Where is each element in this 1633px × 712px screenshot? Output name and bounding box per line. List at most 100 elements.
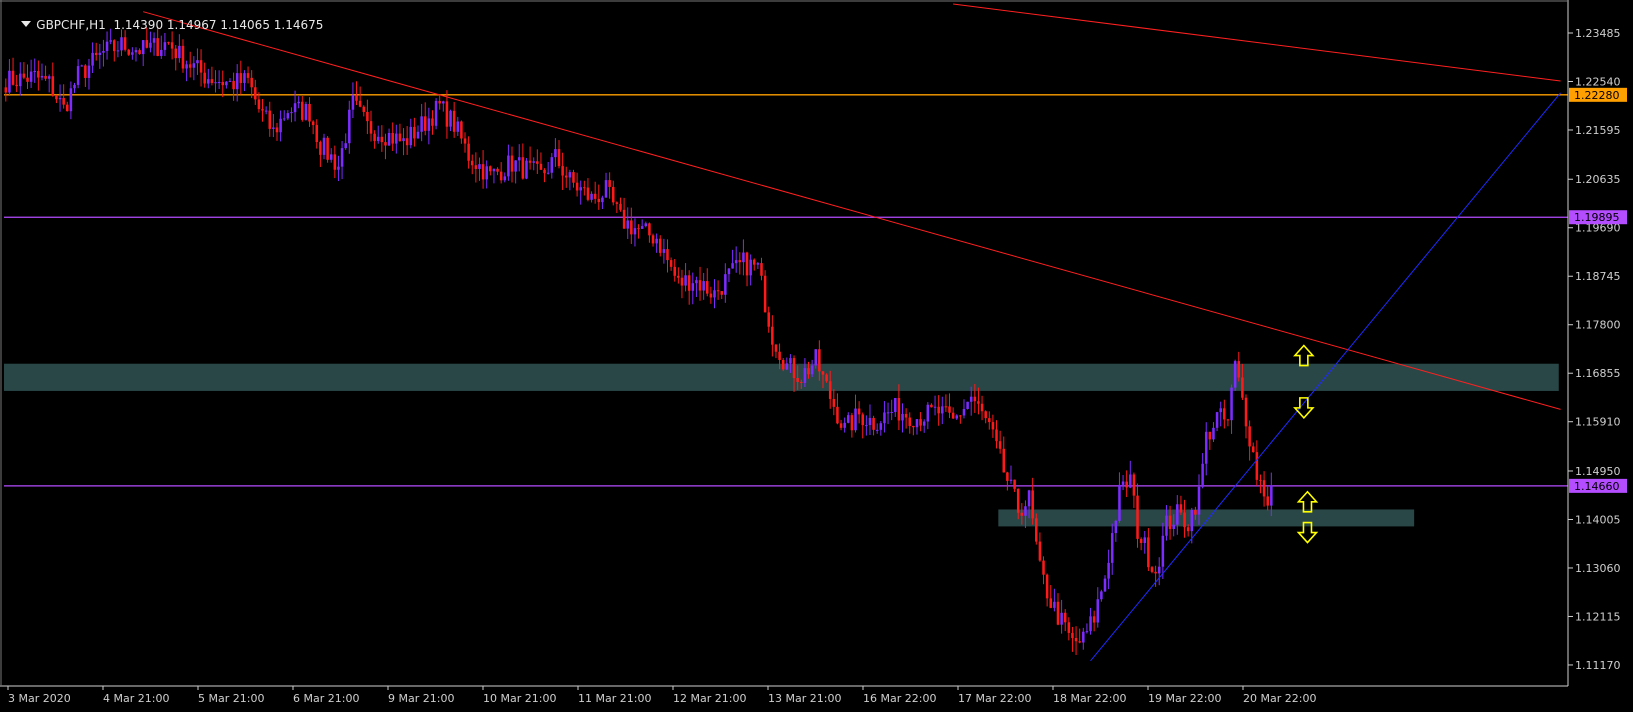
candle-body	[1201, 463, 1204, 487]
candle-body	[861, 414, 865, 426]
candle-body	[969, 396, 973, 402]
candle-body	[1183, 512, 1186, 528]
candle-body	[677, 275, 680, 278]
candle-body	[926, 404, 930, 422]
candle-body	[188, 64, 192, 68]
candle-body	[731, 263, 734, 269]
candle-body	[543, 169, 546, 174]
candle-body	[572, 172, 575, 183]
candle-body	[355, 95, 358, 101]
candle-body	[687, 275, 691, 291]
candle-body	[402, 138, 405, 142]
candle-body	[872, 417, 875, 430]
candle-body	[391, 133, 394, 144]
candle-body	[1165, 515, 1168, 536]
chart-window[interactable]: 1.23485 1.22540 1.21595 1.20635 1.19690 1.187…	[0, 0, 1633, 708]
candle-body	[102, 50, 105, 53]
y-tick-label: 1.22540	[1575, 75, 1621, 88]
candle-body	[984, 411, 987, 419]
candle-body	[785, 363, 789, 370]
candles-layer	[4, 26, 1273, 655]
candle-body	[51, 76, 55, 96]
candle-body	[847, 415, 850, 423]
candle-body	[1251, 446, 1255, 453]
y-tick-label: 1.13060	[1575, 562, 1621, 575]
candle-body	[286, 113, 290, 119]
candle-body	[427, 118, 431, 131]
candle-body	[499, 171, 503, 181]
candle-body	[988, 418, 991, 423]
candle-body	[1168, 515, 1172, 529]
candle-body	[1157, 566, 1161, 574]
candle-body	[40, 75, 44, 78]
candle-body	[781, 359, 785, 370]
candle-body	[333, 154, 337, 170]
candle-body	[843, 422, 846, 428]
candle-body	[879, 423, 883, 430]
collapse-triangle-icon[interactable]	[21, 21, 32, 27]
price-chart[interactable]: 1.234851.225401.215951.206351.196901.187…	[0, 0, 1633, 708]
candle-body	[745, 252, 749, 276]
candle-body	[857, 408, 861, 415]
candle-body	[608, 180, 611, 187]
candle-body	[116, 50, 120, 52]
candle-body	[633, 228, 637, 235]
candle-body	[521, 157, 525, 179]
y-tick-label: 1.20635	[1575, 173, 1621, 186]
candle-body	[792, 358, 796, 379]
candle-body	[1197, 486, 1201, 515]
candle-body	[684, 275, 687, 286]
candle-body	[1212, 427, 1215, 440]
candle-body	[225, 81, 228, 86]
candle-body	[369, 121, 373, 134]
candle-body	[460, 121, 463, 139]
candle-body	[1161, 535, 1165, 567]
x-tick-label: 20 Mar 22:00	[1243, 692, 1316, 705]
x-tick-label: 17 Mar 22:00	[958, 692, 1031, 705]
candle-body	[376, 136, 380, 142]
candle-body	[1013, 479, 1016, 489]
candle-body	[1089, 616, 1092, 632]
candle-body	[76, 66, 80, 85]
candle-body	[409, 126, 413, 146]
candle-body	[912, 425, 915, 428]
ohlc-values: 1.14390 1.14967 1.14065 1.14675	[113, 18, 324, 32]
candle-body	[507, 155, 510, 177]
candle-body	[44, 75, 47, 79]
candle-body	[1230, 387, 1233, 421]
candle-body	[11, 70, 15, 85]
candle-body	[796, 378, 799, 382]
candle-body	[456, 121, 460, 132]
candle-body	[1194, 509, 1197, 515]
candle-body	[546, 172, 550, 174]
candle-body	[1053, 601, 1056, 608]
candle-body	[1259, 479, 1262, 481]
candle-body	[973, 396, 977, 402]
candle-body	[329, 154, 333, 160]
candle-body	[485, 166, 488, 180]
candle-body	[1237, 361, 1241, 378]
x-tick-label: 3 Mar 2020	[8, 692, 71, 705]
candle-body	[1262, 480, 1266, 497]
candle-body	[442, 101, 445, 104]
candle-body	[604, 180, 608, 198]
candle-body	[474, 165, 478, 169]
candle-body	[734, 260, 738, 264]
y-tick-label: 1.11170	[1575, 659, 1621, 672]
candle-body	[695, 280, 698, 284]
candle-body	[510, 155, 514, 172]
candle-body	[897, 397, 901, 421]
y-tick-label: 1.23485	[1575, 27, 1621, 40]
arrow-up-icon	[1296, 490, 1319, 513]
candle-body	[420, 116, 423, 132]
candle-body	[691, 283, 695, 291]
y-tick-label: 1.21595	[1575, 124, 1621, 137]
candle-body	[705, 281, 709, 294]
candle-body	[1266, 496, 1269, 506]
candle-body	[181, 45, 185, 69]
candle-body	[821, 371, 825, 375]
candle-body	[673, 266, 676, 276]
candle-body	[778, 351, 781, 360]
candle-body	[1020, 512, 1024, 516]
candle-body	[1233, 361, 1237, 388]
